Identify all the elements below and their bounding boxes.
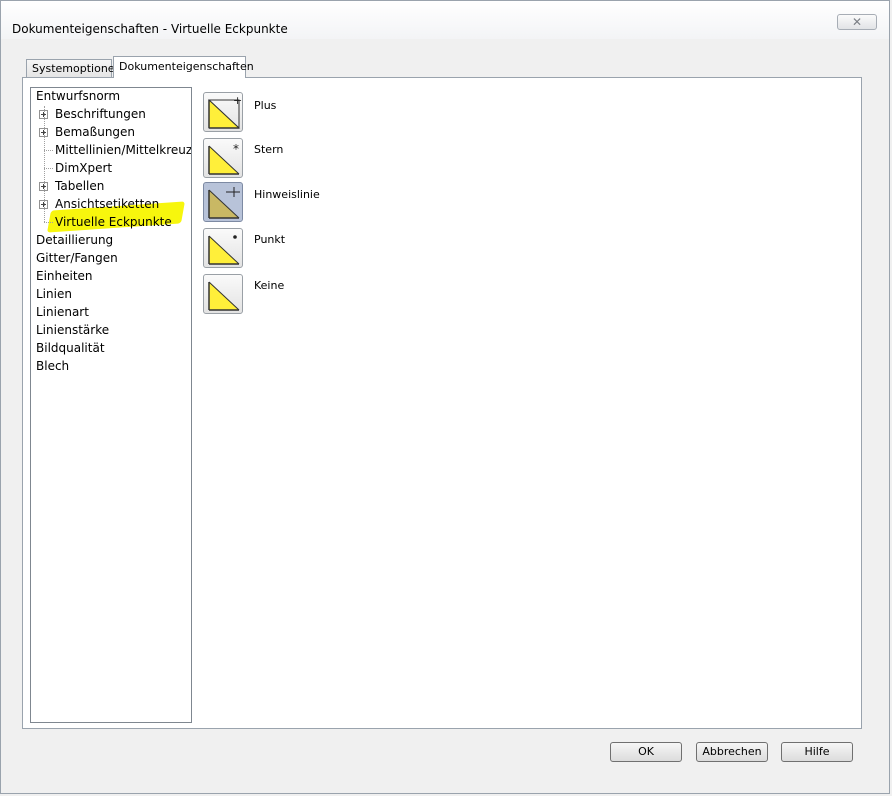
tree-item-label: Linienart <box>36 305 89 319</box>
option-plus-button[interactable]: + <box>203 92 243 132</box>
cancel-button[interactable]: Abbrechen <box>696 742 768 762</box>
option-punkt-button[interactable] <box>203 228 243 268</box>
svg-text:+: + <box>233 94 242 107</box>
option-keine-label: Keine <box>254 279 285 292</box>
corner-star-icon: * <box>208 142 240 175</box>
tree-item-mittellinien[interactable]: Mittellinien/Mittelkreuze <box>36 141 191 159</box>
option-hinweislinie-button[interactable] <box>203 182 243 222</box>
category-tree[interactable]: Entwurfsnorm Beschriftungen Bemaßungen M… <box>30 87 192 723</box>
option-punkt-label: Punkt <box>254 233 286 246</box>
tree-item-label: Virtuelle Eckpunkte <box>55 215 172 229</box>
ok-button[interactable]: OK <box>610 742 682 762</box>
tree-item-label: Tabellen <box>55 179 105 193</box>
tree-item-label: Linienstärke <box>36 323 110 337</box>
tree-item-tabellen[interactable]: Tabellen <box>36 177 186 195</box>
corner-plus-icon: + <box>208 94 242 129</box>
tree-connector <box>44 150 53 152</box>
tree-connector-vertical <box>44 106 45 222</box>
tree-item-label: DimXpert <box>55 161 113 175</box>
tree-item-label: Mittellinien/Mittelkreuze <box>55 143 192 157</box>
svg-text:*: * <box>233 142 239 156</box>
tree-item-bemassungen[interactable]: Bemaßungen <box>36 123 186 141</box>
tree-item-beschriftungen[interactable]: Beschriftungen <box>36 105 186 123</box>
tab-dokumenteigenschaften[interactable]: Dokumenteigenschaften <box>113 56 254 78</box>
help-button[interactable]: Hilfe <box>781 742 853 762</box>
tab-systemoptionen[interactable]: Systemoptionen <box>26 59 122 78</box>
option-keine-button[interactable] <box>203 274 243 314</box>
tab-panel: Entwurfsnorm Beschriftungen Bemaßungen M… <box>22 77 862 729</box>
tree-item-label: Blech <box>36 359 70 373</box>
option-stern-label: Stern <box>254 143 284 156</box>
tree-item-label: Entwurfsnorm <box>36 89 121 103</box>
tree-item-label: Bildqualität <box>36 341 105 355</box>
corner-leader-icon <box>208 187 240 219</box>
tree-item-label: Linien <box>36 287 72 301</box>
dialog-window: Dokumenteigenschaften - Virtuelle Eckpun… <box>0 0 890 794</box>
tree-connector <box>44 168 53 170</box>
close-button[interactable]: ✕ <box>837 14 877 30</box>
corner-none-icon <box>208 281 240 311</box>
tree-item-ansichtsetiketten[interactable]: Ansichtsetiketten <box>36 195 186 213</box>
title-bar[interactable]: Dokumenteigenschaften - Virtuelle Eckpun… <box>1 1 889 39</box>
tree-item-label: Gitter/Fangen <box>36 251 118 265</box>
tree-item-label: Bemaßungen <box>55 125 136 139</box>
tree-item-dimxpert[interactable]: DimXpert <box>36 159 186 177</box>
tree-connector <box>44 222 53 224</box>
option-stern-button[interactable]: * <box>203 138 243 178</box>
tree-item-virtuelle-eckpunkte[interactable]: Virtuelle Eckpunkte <box>36 213 186 231</box>
corner-point-icon <box>208 235 240 265</box>
tree-item-label: Ansichtsetiketten <box>55 197 160 211</box>
tree-item-label: Einheiten <box>36 269 93 283</box>
option-hinweislinie-label: Hinweislinie <box>254 188 320 201</box>
tree-item-label: Beschriftungen <box>55 107 146 121</box>
tree-item-label: Detaillierung <box>36 233 114 247</box>
window-title: Dokumenteigenschaften - Virtuelle Eckpun… <box>12 22 288 36</box>
close-icon: ✕ <box>851 15 863 29</box>
option-plus-label: Plus <box>254 99 277 112</box>
